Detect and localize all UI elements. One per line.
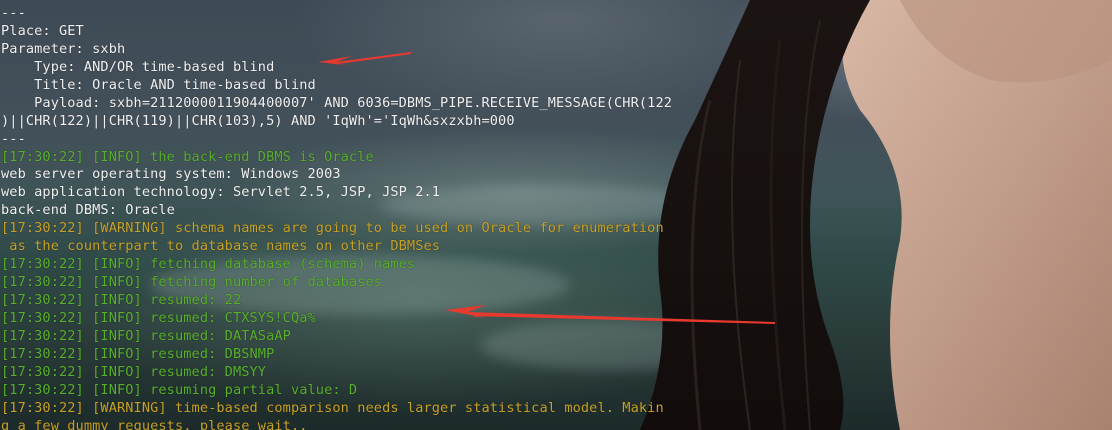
info-line: [17:30:22] [INFO] resuming partial value…	[1, 381, 358, 398]
output-line: Payload: sxbh=2112000011904400007' AND 6…	[1, 94, 673, 111]
output-line: ---	[1, 130, 26, 147]
background-figure	[640, 0, 1112, 430]
warning-line: [17:30:22] [WARNING] schema names are go…	[1, 220, 664, 237]
terminal-output[interactable]: --- Place: GET Parameter: sxbh Type: AND…	[1, 5, 672, 430]
output-line: Parameter: sxbh	[1, 40, 126, 57]
output-line: )||CHR(122)||CHR(119)||CHR(103),5) AND '…	[1, 112, 515, 129]
output-line: Place: GET	[1, 22, 84, 39]
output-line: ---	[1, 5, 26, 21]
output-line: web server operating system: Windows 200…	[1, 166, 341, 183]
terminal-window[interactable]: --- Place: GET Parameter: sxbh Type: AND…	[0, 0, 1112, 430]
warning-line: as the counterpart to database names on …	[1, 238, 441, 255]
info-line: [17:30:22] [INFO] resumed: 22	[1, 292, 242, 308]
info-line: [17:30:22] [INFO] resumed: DATASaAP	[1, 327, 291, 344]
warning-line: g a few dummy requests, please wait..	[1, 417, 308, 430]
output-line: Type: AND/OR time-based blind	[1, 58, 275, 75]
warning-line: [17:30:22] [WARNING] time-based comparis…	[1, 399, 664, 416]
info-line: [17:30:22] [INFO] fetching database (sch…	[1, 256, 416, 273]
info-line: [17:30:22] [INFO] fetching number of dat…	[1, 274, 383, 291]
info-line: [17:30:22] [INFO] resumed: DMSYY	[1, 363, 267, 380]
info-line: [17:30:22] [INFO] the back-end DBMS is O…	[1, 148, 374, 165]
output-line: Title: Oracle AND time-based blind	[1, 76, 316, 93]
output-line: back-end DBMS: Oracle	[1, 202, 175, 219]
info-line: [17:30:22] [INFO] resumed: CTXSYS!CQa%	[1, 309, 316, 326]
output-line: web application technology: Servlet 2.5,…	[1, 184, 441, 201]
info-line: [17:30:22] [INFO] resumed: DBSNMP	[1, 345, 275, 362]
